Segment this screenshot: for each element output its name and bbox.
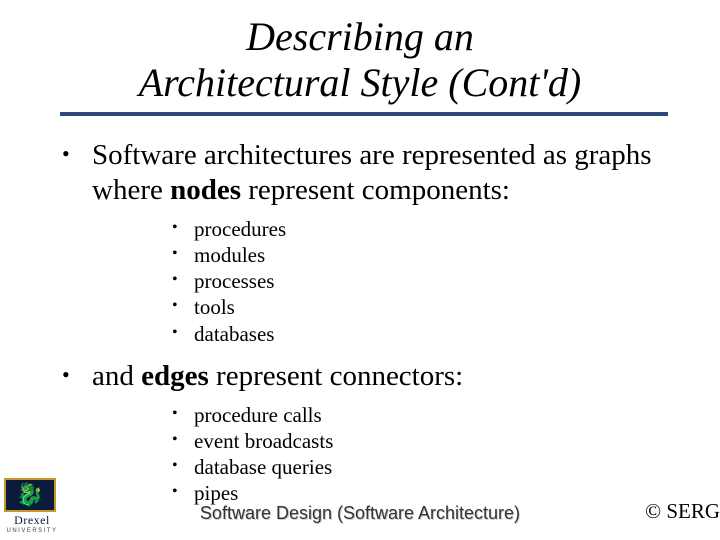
bullet-edges: • and edges represent connectors: — [62, 359, 680, 394]
sub-bullet-icon: • — [172, 428, 194, 454]
slide-title: Describing an Architectural Style (Cont'… — [139, 14, 582, 106]
bullet2-pre: and — [92, 360, 141, 392]
list-item: •procedure calls — [172, 402, 680, 428]
list-item: •databases — [172, 321, 680, 347]
edge-item: database queries — [194, 454, 332, 480]
sub-bullet-icon: • — [172, 242, 194, 268]
bullet-nodes: • Software architectures are represented… — [62, 138, 680, 208]
sub-bullet-icon: • — [172, 216, 194, 242]
sub-bullet-icon: • — [172, 294, 194, 320]
node-item: tools — [194, 294, 235, 320]
sub-bullet-icon: • — [172, 321, 194, 347]
list-item: •tools — [172, 294, 680, 320]
bullet2-bold: edges — [141, 360, 209, 392]
footer-right: © SERG — [645, 499, 720, 524]
bullet-edges-text: and edges represent connectors: — [92, 359, 680, 394]
logo-sub: UNIVERSITY — [4, 528, 60, 534]
title-block: Describing an Architectural Style (Cont'… — [0, 0, 720, 106]
node-item: processes — [194, 268, 274, 294]
node-item: databases — [194, 321, 274, 347]
title-line-1: Describing an — [246, 14, 474, 59]
footer-center: Software Design (Software Architecture) — [0, 503, 720, 524]
edge-item: procedure calls — [194, 402, 322, 428]
footer: 🐉 Drexel UNIVERSITY Software Design (Sof… — [0, 478, 720, 534]
node-item: modules — [194, 242, 265, 268]
bullet2-post: represent connectors: — [209, 360, 463, 392]
bullet-nodes-text: Software architectures are represented a… — [92, 138, 680, 208]
sub-bullet-icon: • — [172, 402, 194, 428]
nodes-list: •procedures •modules •processes •tools •… — [62, 212, 680, 359]
bullet-dot-icon: • — [62, 359, 92, 394]
list-item: •event broadcasts — [172, 428, 680, 454]
slide-body: • Software architectures are represented… — [0, 116, 720, 519]
bullet-dot-icon: • — [62, 138, 92, 208]
sub-bullet-icon: • — [172, 268, 194, 294]
list-item: •database queries — [172, 454, 680, 480]
sub-bullet-icon: • — [172, 454, 194, 480]
title-line-2: Architectural Style (Cont'd) — [139, 60, 582, 105]
list-item: •procedures — [172, 216, 680, 242]
node-item: procedures — [194, 216, 286, 242]
list-item: •processes — [172, 268, 680, 294]
bullet1-bold: nodes — [170, 174, 241, 206]
edge-item: event broadcasts — [194, 428, 333, 454]
list-item: •modules — [172, 242, 680, 268]
bullet1-post: represent components: — [241, 174, 510, 206]
slide: Describing an Architectural Style (Cont'… — [0, 0, 720, 540]
